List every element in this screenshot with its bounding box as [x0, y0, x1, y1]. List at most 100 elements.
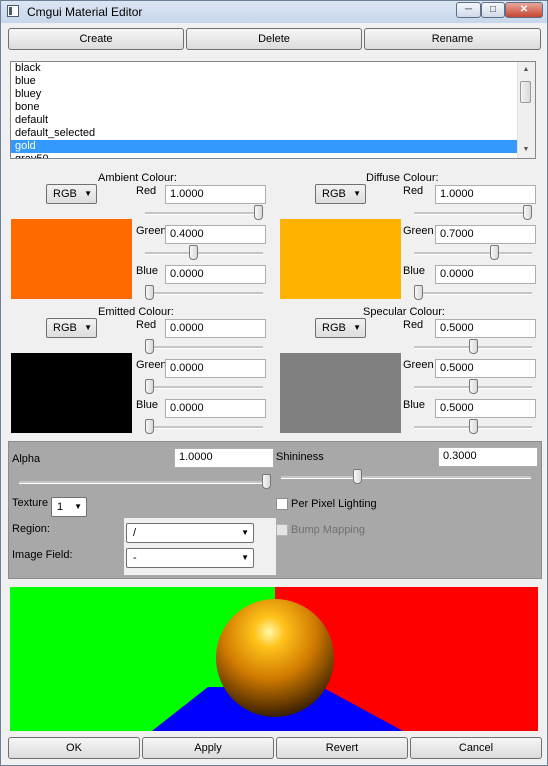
alpha-slider[interactable]: [19, 474, 271, 490]
slider-handle[interactable]: [145, 339, 154, 354]
material-preview[interactable]: [10, 587, 538, 731]
shininess-slider[interactable]: [281, 469, 531, 485]
shininess-label: Shininess: [276, 451, 324, 463]
close-button[interactable]: ✕: [505, 2, 543, 18]
emitted-green-label: Green: [136, 359, 167, 371]
scroll-up-icon[interactable]: ▲: [520, 64, 532, 76]
material-list-item[interactable]: default: [11, 114, 535, 127]
specular-green-slider[interactable]: [414, 379, 532, 395]
material-list-item[interactable]: gold: [11, 140, 518, 153]
material-list-item[interactable]: blue: [11, 75, 535, 88]
emitted-red-field[interactable]: 0.0000: [165, 319, 266, 338]
diffuse-green-slider[interactable]: [414, 245, 532, 261]
ambient-mode-value: RGB: [53, 188, 77, 200]
specular-red-slider[interactable]: [414, 339, 532, 355]
diffuse-blue-slider[interactable]: [414, 285, 532, 301]
per-pixel-lighting-label: Per Pixel Lighting: [291, 498, 377, 510]
rename-button[interactable]: Rename: [364, 28, 541, 50]
ambient-green-slider[interactable]: [145, 245, 263, 261]
material-list-item[interactable]: gray50: [11, 153, 535, 158]
delete-button[interactable]: Delete: [186, 28, 362, 50]
emitted-blue-field[interactable]: 0.0000: [165, 399, 266, 418]
bump-mapping-checkbox: [276, 524, 288, 536]
slider-handle[interactable]: [262, 474, 271, 489]
specular-red-field[interactable]: 0.5000: [435, 319, 536, 338]
slider-handle[interactable]: [145, 285, 154, 300]
specular-green-label: Green: [403, 359, 434, 371]
ambient-colour-swatch: [11, 219, 132, 299]
specular-green-field[interactable]: 0.5000: [435, 359, 536, 378]
preview-canvas: [10, 587, 538, 731]
emitted-blue-label: Blue: [136, 399, 159, 411]
maximize-button[interactable]: □: [481, 2, 505, 18]
ambient-blue-field[interactable]: 0.0000: [165, 265, 266, 284]
emitted-green-field[interactable]: 0.0000: [165, 359, 266, 378]
revert-button[interactable]: Revert: [276, 737, 408, 759]
app-icon: [7, 5, 19, 17]
slider-handle[interactable]: [145, 419, 154, 434]
chevron-down-icon: ▼: [353, 189, 361, 198]
list-scrollbar[interactable]: ▲ ▼: [517, 62, 535, 158]
image-field-select[interactable]: - ▼: [126, 548, 254, 568]
ambient-green-field[interactable]: 0.4000: [165, 225, 266, 244]
specular-blue-slider[interactable]: [414, 419, 532, 435]
slider-handle[interactable]: [188, 245, 198, 260]
material-list-item[interactable]: default_selected: [11, 127, 535, 140]
diffuse-green-field[interactable]: 0.7000: [435, 225, 536, 244]
slider-handle[interactable]: [414, 285, 423, 300]
emitted-blue-slider[interactable]: [145, 419, 263, 435]
slider-handle[interactable]: [145, 379, 154, 394]
material-list[interactable]: black blue bluey bone default default_selecte…: [10, 61, 536, 159]
diffuse-colour-mode-select[interactable]: RGB ▼: [315, 184, 366, 204]
specular-colour-mode-select[interactable]: RGB ▼: [315, 318, 366, 338]
ambient-blue-slider[interactable]: [145, 285, 263, 301]
create-button[interactable]: Create: [8, 28, 184, 50]
specular-blue-field[interactable]: 0.5000: [435, 399, 536, 418]
slider-handle[interactable]: [523, 205, 532, 220]
image-field-label: Image Field:: [12, 549, 73, 561]
diffuse-red-field[interactable]: 1.0000: [435, 185, 536, 204]
slider-handle[interactable]: [468, 339, 478, 354]
ambient-red-label: Red: [136, 185, 157, 197]
ambient-red-field[interactable]: 1.0000: [165, 185, 266, 204]
diffuse-blue-label: Blue: [403, 265, 426, 277]
texture-select[interactable]: 1 ▼: [51, 497, 87, 517]
material-list-item[interactable]: black: [11, 62, 535, 75]
apply-button[interactable]: Apply: [142, 737, 274, 759]
chevron-down-icon: ▼: [353, 323, 361, 332]
per-pixel-lighting-checkbox[interactable]: [276, 498, 288, 510]
minimize-button[interactable]: ─: [456, 2, 481, 18]
emitted-green-slider[interactable]: [145, 379, 263, 395]
region-label: Region:: [12, 523, 50, 535]
material-list-item[interactable]: bluey: [11, 88, 535, 101]
slider-handle[interactable]: [468, 379, 478, 394]
emitted-mode-value: RGB: [53, 322, 77, 334]
ambient-colour-mode-select[interactable]: RGB ▼: [46, 184, 97, 204]
ok-button[interactable]: OK: [8, 737, 140, 759]
diffuse-red-slider[interactable]: [414, 205, 532, 221]
region-select[interactable]: / ▼: [126, 523, 254, 543]
cancel-button[interactable]: Cancel: [410, 737, 542, 759]
chevron-down-icon: ▼: [241, 528, 249, 537]
image-field-select-value: -: [133, 552, 137, 564]
diffuse-blue-field[interactable]: 0.0000: [435, 265, 536, 284]
scroll-thumb[interactable]: [520, 81, 531, 103]
material-list-items: black blue bluey bone default default_selecte…: [11, 62, 535, 158]
alpha-field[interactable]: 1.0000: [174, 448, 274, 468]
ambient-red-slider[interactable]: [145, 205, 263, 221]
slider-handle[interactable]: [353, 469, 363, 484]
maximize-icon: □: [489, 4, 497, 15]
slider-handle[interactable]: [468, 419, 478, 434]
specular-red-label: Red: [403, 319, 424, 331]
shininess-field[interactable]: 0.3000: [438, 447, 538, 467]
specular-colour-swatch: [280, 353, 401, 433]
chevron-down-icon: ▼: [241, 553, 249, 562]
material-list-item[interactable]: bone: [11, 101, 535, 114]
slider-handle[interactable]: [254, 205, 263, 220]
emitted-red-slider[interactable]: [145, 339, 263, 355]
specular-colour-title: Specular Colour:: [363, 306, 445, 318]
scroll-down-icon[interactable]: ▼: [520, 144, 532, 156]
title-bar: Cmgui Material Editor ─ □ ✕: [1, 1, 547, 23]
slider-handle[interactable]: [490, 245, 500, 260]
emitted-colour-mode-select[interactable]: RGB ▼: [46, 318, 97, 338]
